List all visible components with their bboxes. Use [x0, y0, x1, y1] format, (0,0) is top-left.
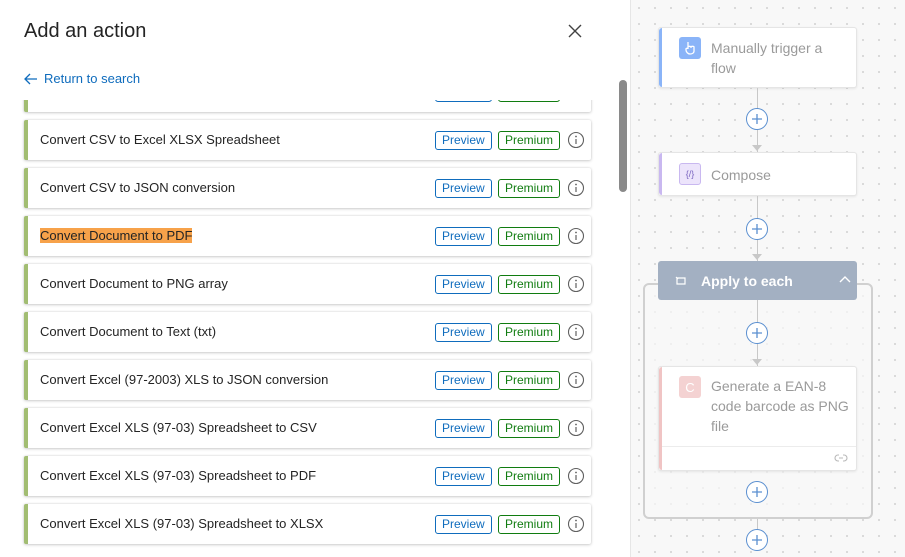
info-icon[interactable] [567, 515, 585, 533]
compose-node[interactable]: {/} Compose [658, 152, 857, 196]
action-row[interactable]: Convert Excel (97-2003) XLS to JSON conv… [24, 360, 591, 400]
action-label: Convert Excel XLS (97-03) Spreadsheet to… [40, 468, 317, 483]
compose-label: Compose [711, 167, 771, 183]
plus-icon [752, 224, 762, 234]
info-icon[interactable] [567, 100, 585, 101]
action-list: Compare Two Word DOCXPreviewPremiumConve… [24, 100, 591, 552]
preview-badge: Preview [435, 515, 492, 534]
premium-badge: Premium [498, 467, 561, 486]
apply-to-each-header[interactable]: Apply to each [658, 261, 857, 300]
action-label: Convert CSV to Excel XLSX Spreadsheet [40, 132, 280, 147]
action-label: Convert Excel XLS (97-03) Spreadsheet to… [40, 516, 324, 531]
add-action-panel: Add an action Return to search Compare T… [0, 0, 615, 557]
preview-badge: Preview [435, 131, 492, 150]
action-row[interactable]: Convert Document to PNG array Preview Prem… [24, 264, 591, 304]
preview-badge: Preview [435, 419, 492, 438]
action-row[interactable]: Convert CSV to Excel XLSX Spreadsheet Pre… [24, 120, 591, 160]
loop-icon [675, 276, 686, 285]
barcode-node[interactable]: C Generate a EAN-8 code barcode as PNG f… [658, 366, 857, 471]
return-to-search-label: Return to search [44, 71, 141, 86]
premium-badge: Premium [498, 275, 561, 294]
premium-badge: Premium [498, 323, 561, 342]
preview-badge: Preview [435, 467, 492, 486]
premium-badge: Premium [498, 419, 561, 438]
connector-line [757, 519, 758, 529]
info-icon[interactable] [567, 323, 585, 341]
barcode-label: Generate a EAN-8 code barcode as PNG fil… [711, 378, 849, 434]
action-row[interactable]: Convert Excel XLS (97-03) Spreadsheet to… [24, 408, 591, 448]
info-icon[interactable] [567, 131, 585, 149]
action-label: Convert Document to PNG array [40, 276, 228, 291]
preview-badge: Preview [435, 227, 492, 246]
info-icon[interactable] [567, 371, 585, 389]
return-to-search-link[interactable]: Return to search [24, 71, 140, 86]
connector-arrow [752, 254, 762, 260]
arrow-left-icon [24, 73, 37, 84]
insert-step-button[interactable] [746, 218, 768, 240]
action-label: Convert Excel (97-2003) XLS to JSON conv… [40, 372, 329, 387]
connector-arrow [752, 359, 762, 365]
action-row[interactable]: Convert Document to Text (txt) Preview Pre… [24, 312, 591, 352]
action-label: Convert Excel XLS (97-03) Spreadsheet to… [40, 420, 317, 435]
plus-icon [752, 535, 762, 545]
apply-to-each-label: Apply to each [701, 273, 793, 289]
panel-title: Add an action [24, 20, 147, 42]
preview-badge: Preview [435, 371, 492, 390]
preview-badge: Preview [435, 323, 492, 342]
insert-step-button[interactable] [746, 108, 768, 130]
premium-badge: Premium [498, 179, 561, 198]
trigger-accent-bar [659, 28, 662, 87]
panel-scrollbar[interactable] [619, 80, 627, 192]
barcode-accent-bar [659, 367, 662, 470]
compose-icon: {/} [679, 163, 701, 185]
flow-canvas: Manually trigger a flow {/} Compose Appl… [631, 0, 905, 557]
connector-arrow [752, 145, 762, 151]
plus-icon [752, 328, 762, 338]
preview-badge: Preview [435, 275, 492, 294]
action-label: Convert CSV to JSON conversion [40, 180, 236, 195]
premium-badge: Premium [498, 100, 561, 102]
action-row[interactable]: Convert Excel XLS (97-03) Spreadsheet to… [24, 504, 591, 544]
info-icon[interactable] [567, 467, 585, 485]
action-row[interactable]: Convert Document to PDF Preview Premium [24, 216, 591, 256]
action-list-viewport: Compare Two Word DOCXPreviewPremiumConve… [0, 100, 615, 557]
preview-badge: Preview [435, 100, 492, 102]
premium-badge: Premium [498, 371, 561, 390]
plus-icon [752, 114, 762, 124]
insert-step-button[interactable] [746, 481, 768, 503]
info-icon[interactable] [567, 227, 585, 245]
hand-pointer-icon [679, 37, 701, 59]
action-row[interactable]: Convert CSV to JSON conversion Preview Pre… [24, 168, 591, 208]
trigger-node[interactable]: Manually trigger a flow [658, 27, 857, 88]
premium-badge: Premium [498, 131, 561, 150]
plus-icon [752, 487, 762, 497]
close-icon [568, 24, 582, 38]
action-row[interactable]: Convert Excel XLS (97-03) Spreadsheet to… [24, 456, 591, 496]
info-icon[interactable] [567, 179, 585, 197]
action-label: Convert Document to Text (txt) [40, 324, 217, 339]
insert-step-button[interactable] [746, 322, 768, 344]
info-icon[interactable] [567, 275, 585, 293]
action-label: Convert Document to PDF [40, 228, 193, 243]
compose-accent-bar [659, 153, 662, 195]
node-divider [662, 446, 856, 447]
preview-badge: Preview [435, 179, 492, 198]
premium-badge: Premium [498, 515, 561, 534]
info-icon[interactable] [567, 419, 585, 437]
chevron-up-icon[interactable] [839, 275, 851, 283]
action-row[interactable]: Compare Two Word DOCXPreviewPremium [24, 100, 591, 112]
close-button[interactable] [562, 18, 588, 44]
trigger-label: Manually trigger a flow [711, 40, 823, 76]
insert-step-button[interactable] [746, 529, 768, 551]
link-icon [834, 454, 848, 462]
premium-badge: Premium [498, 227, 561, 246]
barcode-connector-icon: C [679, 376, 701, 398]
